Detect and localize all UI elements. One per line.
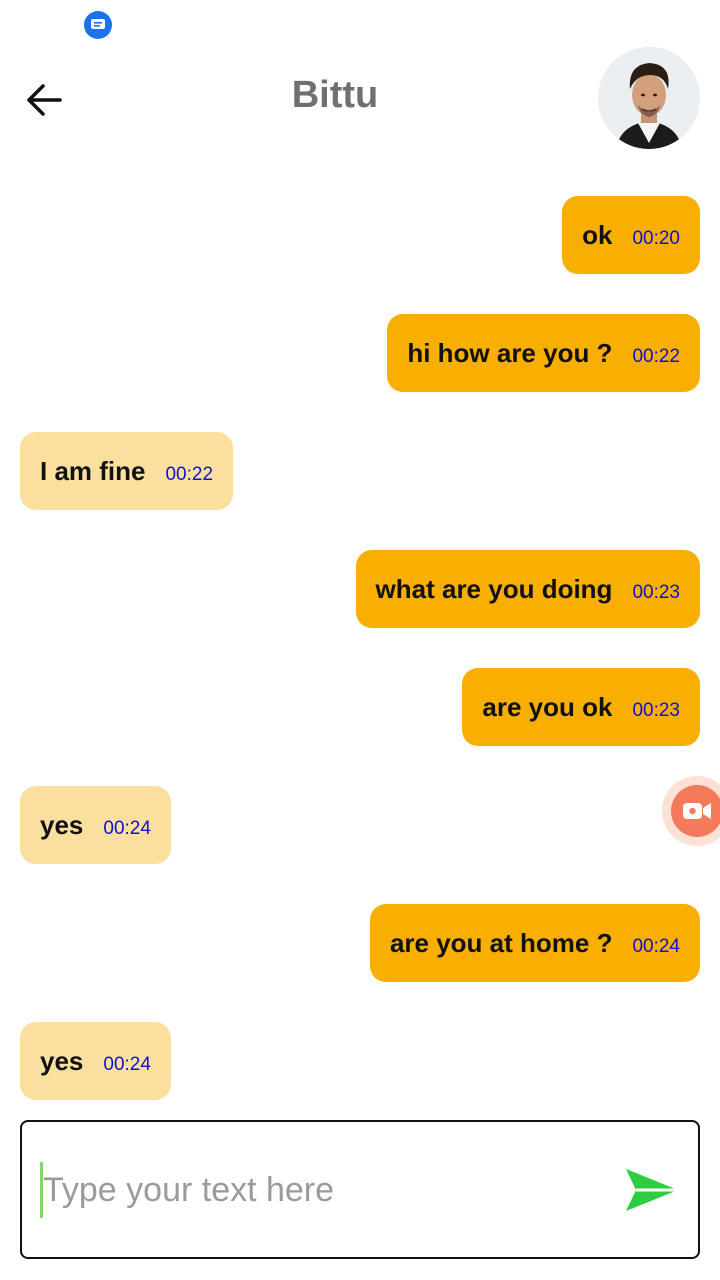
received-message-bubble[interactable]: yes 00:24 — [20, 786, 171, 864]
contact-avatar[interactable] — [598, 47, 700, 149]
message-time: 00:23 — [632, 700, 680, 721]
message-row: I am fine 00:22 — [0, 432, 720, 510]
received-message-bubble[interactable]: I am fine 00:22 — [20, 432, 234, 510]
message-row: what are you doing 00:23 — [0, 550, 720, 628]
sent-message-bubble[interactable]: what are you doing 00:23 — [355, 550, 700, 628]
message-text: what are you doing — [375, 573, 613, 604]
message-row: are you ok 00:23 — [0, 668, 720, 746]
message-time: 00:22 — [165, 464, 214, 485]
message-text: I am fine — [40, 455, 146, 486]
video-camera-icon — [683, 803, 711, 819]
message-row: hi how are you ? 00:22 — [0, 314, 720, 392]
chat-header: Bittu — [0, 40, 720, 160]
sent-message-bubble[interactable]: hi how are you ? 00:22 — [387, 314, 700, 392]
message-text: yes — [40, 1045, 84, 1076]
message-row: yes 00:24 — [0, 786, 720, 864]
message-text: yes — [40, 809, 84, 840]
message-row: ok 00:20 — [0, 196, 720, 274]
message-composer — [20, 1120, 700, 1259]
message-time: 00:24 — [632, 936, 680, 957]
message-time: 00:24 — [103, 1054, 151, 1075]
message-row: are you at home ? 00:24 — [0, 904, 720, 982]
sent-message-bubble[interactable]: ok 00:20 — [562, 196, 700, 274]
avatar-image — [598, 47, 700, 149]
message-time: 00:24 — [103, 818, 151, 839]
message-time: 00:23 — [632, 582, 680, 603]
message-input[interactable] — [40, 1162, 600, 1218]
message-text: are you ok — [482, 691, 613, 722]
message-list: ok 00:20 hi how are you ? 00:22 I am fin… — [0, 196, 720, 1106]
received-message-bubble[interactable]: yes 00:24 — [20, 1022, 171, 1100]
sent-message-bubble[interactable]: are you ok 00:23 — [462, 668, 700, 746]
message-notification-icon — [84, 11, 112, 39]
chat-screen: Bittu ok 00:20 hi how are you ? 00:22 I … — [0, 0, 720, 1280]
send-icon — [626, 1169, 678, 1211]
message-text: hi how are you ? — [407, 337, 613, 368]
sent-message-bubble[interactable]: are you at home ? 00:24 — [369, 904, 700, 982]
message-time: 00:20 — [632, 228, 680, 249]
message-text: are you at home ? — [389, 927, 613, 958]
contact-name: Bittu — [291, 74, 379, 116]
message-text: ok — [582, 219, 613, 250]
message-row: yes 00:24 — [0, 1022, 720, 1100]
message-time: 00:22 — [632, 346, 680, 367]
send-button[interactable] — [622, 1164, 682, 1216]
record-button-inner — [671, 785, 720, 837]
